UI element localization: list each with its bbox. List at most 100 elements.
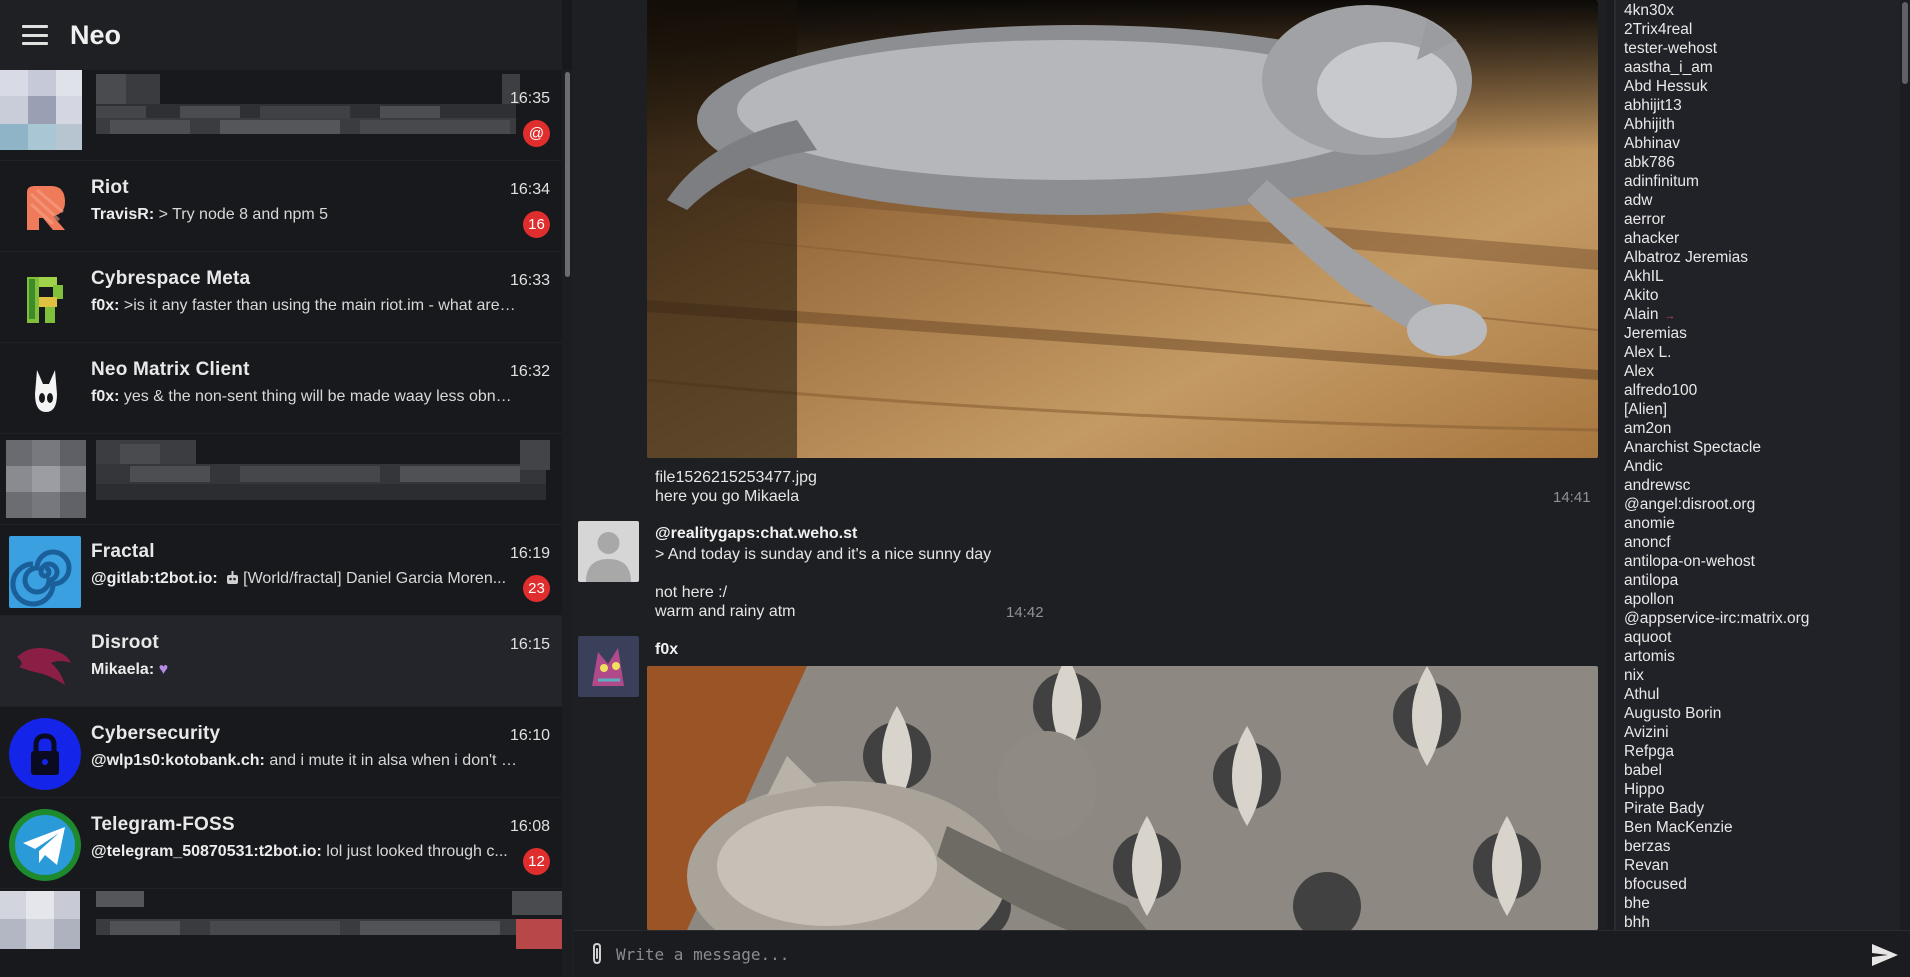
room-time: 16:19 [509, 545, 550, 562]
member-item[interactable]: bfocused [1616, 875, 1910, 894]
hamburger-menu-icon[interactable] [22, 25, 48, 45]
member-item[interactable]: Anarchist Spectacle [1616, 438, 1910, 457]
message-sender[interactable]: f0x [655, 641, 678, 659]
preview-text: yes & the non-sent thing will be made wa… [123, 388, 519, 405]
member-item[interactable]: Ben MacKenzie [1616, 818, 1910, 837]
member-item[interactable]: anomie [1616, 514, 1910, 533]
room-item-riot[interactable]: Riot 16:34 TravisR: > Try node 8 and npm… [0, 161, 562, 252]
member-item[interactable]: Abhijith [1616, 115, 1910, 134]
member-item[interactable]: bhh [1616, 913, 1910, 930]
room-preview: Mikaela: ♥ [91, 661, 519, 679]
room-item[interactable] [0, 434, 562, 525]
room-time: 16:08 [509, 818, 550, 835]
chat-scrollbar[interactable] [1606, 0, 1614, 930]
user-avatar-f0x[interactable] [578, 636, 639, 697]
member-item[interactable]: nix [1616, 666, 1910, 685]
member-item[interactable]: artomis [1616, 647, 1910, 666]
member-item[interactable]: Akito [1616, 286, 1910, 305]
member-item[interactable]: Albatroz Jeremias [1616, 248, 1910, 267]
member-scrollbar[interactable] [1900, 0, 1910, 930]
room-name: Cybersecurity [91, 723, 221, 744]
member-item[interactable]: [Alien] [1616, 400, 1910, 419]
room-item-cybersecurity[interactable]: Cybersecurity 16:10 @wlp1s0:kotobank.ch:… [0, 707, 562, 798]
telegram-avatar [9, 809, 81, 881]
member-scroll-thumb[interactable] [1902, 2, 1908, 84]
member-item[interactable]: Hippo [1616, 780, 1910, 799]
member-item[interactable]: apollon [1616, 590, 1910, 609]
member-item[interactable]: Andic [1616, 457, 1910, 476]
room-item-fractal[interactable]: Fractal 16:19 @gitlab:t2bot.io: [World/f… [0, 525, 562, 616]
member-item[interactable]: 2Trix4real [1616, 20, 1910, 39]
unread-badge: 16 [523, 211, 550, 238]
member-item[interactable]: adinfinitum [1616, 172, 1910, 191]
member-item[interactable]: AkhIL [1616, 267, 1910, 286]
user-avatar-realitygaps[interactable] [578, 521, 639, 582]
purple-heart-icon: ♥ [158, 661, 169, 678]
member-item[interactable]: tester-wehost [1616, 39, 1910, 58]
room-name: Riot [91, 177, 129, 198]
member-item[interactable]: berzas [1616, 837, 1910, 856]
message-sender[interactable]: @realitygaps:chat.weho.st [655, 525, 857, 543]
room-item-disroot[interactable]: Disroot 16:15 Mikaela: ♥ [0, 616, 562, 707]
message-quote: > And today is sunday and it's a nice su… [655, 546, 992, 563]
member-item[interactable]: antilopa [1616, 571, 1910, 590]
preview-sender: Mikaela: [91, 661, 155, 678]
member-item[interactable]: @appservice-irc:matrix.org [1616, 609, 1910, 628]
member-item[interactable]: Pirate Bady [1616, 799, 1910, 818]
preview-text: > Try node 8 and npm 5 [158, 206, 329, 223]
message-time: 14:41 [1553, 489, 1591, 506]
member-item[interactable]: 4kn30x [1616, 1, 1910, 20]
app-root: Neo 16:35 @ Riot 16:34 TravisR: > Try no… [0, 0, 1910, 977]
room-preview: @gitlab:t2bot.io: [World/fractal] Daniel… [91, 570, 519, 588]
pixelated-room-preview [0, 889, 562, 949]
member-item[interactable]: aastha_i_am [1616, 58, 1910, 77]
sidebar-scroll-thumb[interactable] [565, 72, 570, 277]
room-item-cybrespace-meta[interactable]: Cybrespace Meta 16:33 f0x: >is it any fa… [0, 252, 562, 343]
member-item[interactable]: Abhinav [1616, 134, 1910, 153]
paperclip-icon[interactable] [584, 941, 610, 967]
member-item[interactable]: antilopa-on-wehost [1616, 552, 1910, 571]
member-item[interactable]: Avizini [1616, 723, 1910, 742]
member-item[interactable]: alfredo100 [1616, 381, 1910, 400]
member-item[interactable]: aquoot [1616, 628, 1910, 647]
send-icon[interactable] [1870, 941, 1900, 969]
room-name: Fractal [91, 541, 155, 562]
preview-text: [World/fractal] Daniel Garcia Moren... [243, 570, 507, 587]
message-text: warm and rainy atm [655, 603, 796, 620]
member-item[interactable]: am2on [1616, 419, 1910, 438]
room-item-neo-matrix-client[interactable]: Neo Matrix Client 16:32 f0x: yes & the n… [0, 343, 562, 434]
cat-photo-tile-floor[interactable] [647, 666, 1598, 930]
fractal-avatar [9, 536, 81, 608]
room-preview: @wlp1s0:kotobank.ch: and i mute it in al… [91, 752, 519, 770]
disroot-avatar [9, 627, 81, 699]
message-input[interactable] [616, 939, 1836, 969]
member-item[interactable]: Jeremias [1616, 324, 1910, 343]
member-item[interactable]: abhijit13 [1616, 96, 1910, 115]
room-preview: TravisR: > Try node 8 and npm 5 [91, 206, 519, 224]
room-item-telegram-foss[interactable]: Telegram-FOSS 16:08 @telegram_50870531:t… [0, 798, 562, 889]
member-item[interactable]: Abd Hessuk [1616, 77, 1910, 96]
member-item[interactable]: anoncf [1616, 533, 1910, 552]
member-item[interactable]: Revan [1616, 856, 1910, 875]
member-item[interactable]: ahacker [1616, 229, 1910, 248]
member-item[interactable]: abk786 [1616, 153, 1910, 172]
member-item[interactable]: Refpga [1616, 742, 1910, 761]
room-item[interactable] [0, 889, 562, 949]
member-item[interactable]: Alex [1616, 362, 1910, 381]
room-item[interactable]: 16:35 @ [0, 70, 562, 161]
member-item[interactable]: bhe [1616, 894, 1910, 913]
member-item[interactable]: aerror [1616, 210, 1910, 229]
member-item[interactable]: babel [1616, 761, 1910, 780]
member-list-panel: 4kn30x 2Trix4real tester-wehost aastha_i_am… [1614, 0, 1910, 930]
member-item[interactable]: andrewsc [1616, 476, 1910, 495]
member-item[interactable]: Athul [1616, 685, 1910, 704]
cat-photo-wood-floor[interactable] [647, 0, 1598, 458]
preview-sender: f0x: [91, 388, 120, 405]
member-item[interactable]: Augusto Borin [1616, 704, 1910, 723]
member-item[interactable]: Alain → [1616, 305, 1910, 324]
attachment-filename[interactable]: file1526215253477.jpg [655, 468, 817, 487]
member-item[interactable]: Alex L. [1616, 343, 1910, 362]
member-item[interactable]: @angel:disroot.org [1616, 495, 1910, 514]
member-item[interactable]: adw [1616, 191, 1910, 210]
message-time: 14:42 [1006, 604, 1044, 621]
